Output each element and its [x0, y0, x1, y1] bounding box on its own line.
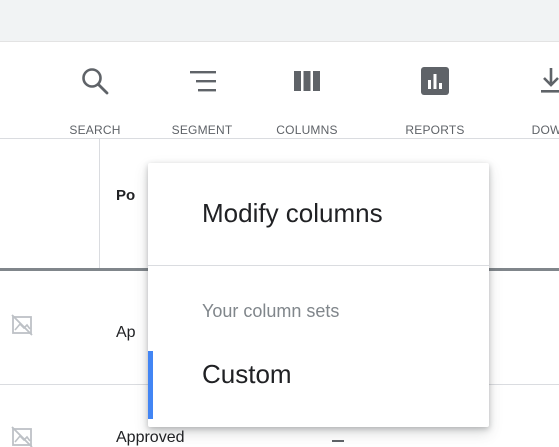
column-divider [99, 139, 100, 269]
columns-tool-label: COLUMNS [276, 123, 338, 137]
download-tool-button[interactable]: DOWN [512, 42, 559, 138]
image-unavailable-icon [11, 314, 33, 336]
column-header-policy[interactable]: Po [116, 187, 135, 204]
column-set-option-label: Custom [202, 359, 292, 389]
segment-tool-button[interactable]: SEGMENT [162, 42, 242, 138]
search-tool-button[interactable]: SEARCH [62, 42, 128, 138]
segment-icon [190, 71, 216, 92]
modify-columns-menu-item[interactable]: Modify columns [202, 198, 383, 229]
menu-divider [148, 265, 489, 266]
app-page: SEARCH SEGMENT COLUMNS REPORTS DOW Po Ap… [0, 0, 559, 447]
search-icon [82, 68, 109, 95]
reports-tool-label: REPORTS [405, 123, 465, 137]
columns-icon [294, 71, 320, 91]
download-tool-label: DOWN [531, 123, 559, 137]
column-sets-heading: Your column sets [202, 301, 340, 321]
reports-tool-button[interactable]: REPORTS [394, 42, 476, 138]
columns-tool-button[interactable]: COLUMNS [267, 42, 347, 138]
top-bar [0, 0, 559, 42]
table-toolbar: SEARCH SEGMENT COLUMNS REPORTS DOW [0, 42, 559, 138]
reports-icon [421, 67, 449, 95]
empty-value-dash [332, 440, 344, 442]
image-unavailable-icon [11, 426, 33, 447]
row-status-text: Ap [116, 324, 136, 341]
segment-tool-label: SEGMENT [171, 123, 233, 137]
download-icon [541, 68, 559, 93]
search-tool-label: SEARCH [69, 123, 121, 137]
columns-dropdown-menu: Modify columns Your column sets Custom [148, 163, 489, 427]
row-status-text: Approved [116, 429, 185, 446]
column-set-option-custom[interactable]: Custom [148, 343, 489, 419]
selected-indicator [148, 351, 153, 419]
